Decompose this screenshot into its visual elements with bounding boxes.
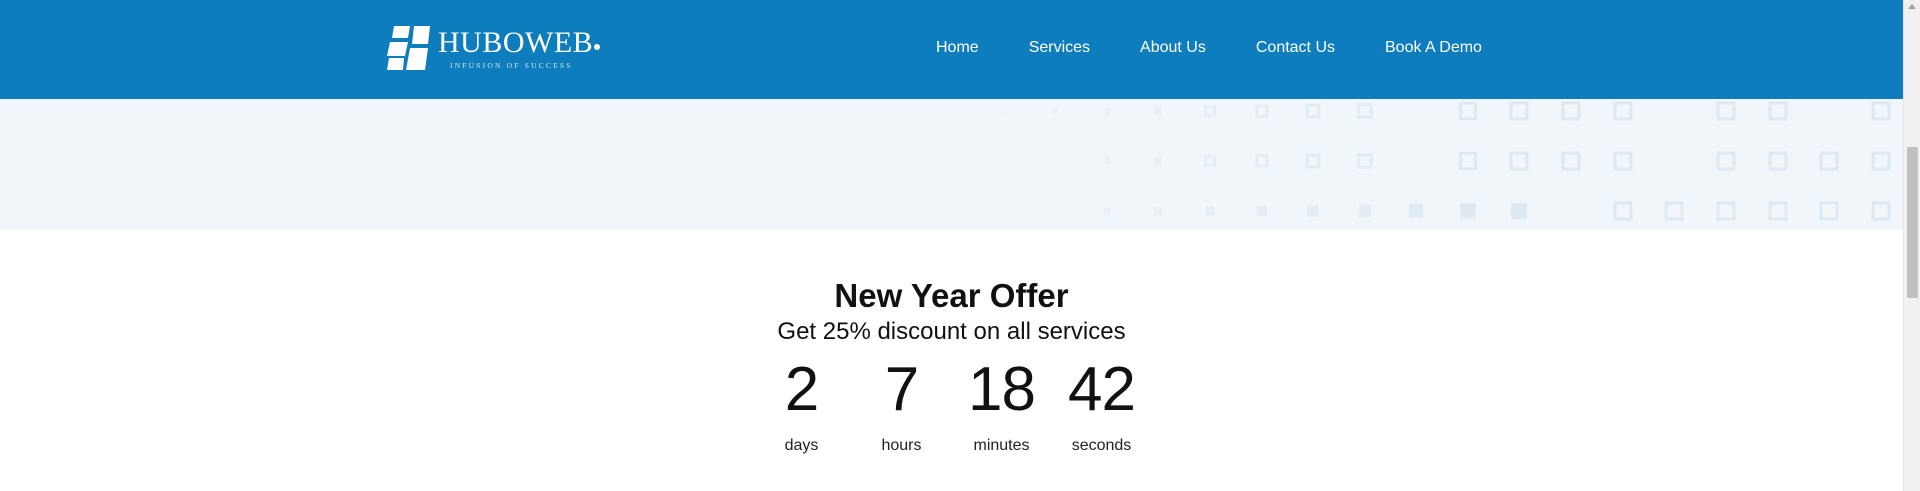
site-header: HUBOWEB INFUSION OF SUCCESS Home Service… (0, 0, 1903, 99)
offer-subtitle: Get 25% discount on all services (777, 318, 1126, 345)
pattern-square (1716, 151, 1736, 171)
square-pattern-decoration (1001, 101, 1891, 221)
pattern-square (1358, 204, 1372, 218)
pattern-square (1255, 154, 1269, 168)
offer-title: New Year Offer (834, 277, 1069, 314)
main-nav: Home Services About Us Contact Us Book A… (936, 38, 1482, 58)
pattern-square (1716, 201, 1736, 221)
pattern-square (1305, 103, 1321, 119)
pattern-square (1409, 204, 1423, 218)
pattern-square (1819, 151, 1839, 171)
pattern-square (1256, 205, 1268, 217)
nav-book-a-demo[interactable]: Book A Demo (1385, 38, 1482, 58)
pattern-square (1154, 207, 1162, 215)
pattern-square (1357, 103, 1373, 119)
pattern-square (1052, 108, 1058, 114)
pattern-square (1871, 151, 1891, 171)
pattern-square (1613, 151, 1633, 171)
pattern-square (1768, 151, 1788, 171)
pattern-square (1613, 201, 1633, 221)
pattern-square (1561, 151, 1581, 171)
logo-text: HUBOWEB INFUSION OF SUCCESS (438, 24, 601, 70)
countdown-seconds: 42 seconds (1052, 354, 1152, 456)
nav-services[interactable]: Services (1029, 38, 1090, 58)
countdown-timer: 2 days 7 hours 18 minutes 42 seconds (0, 354, 1903, 456)
countdown-label: seconds (1071, 437, 1132, 454)
new-year-offer-section: New Year Offer Get 25% discount on all s… (0, 230, 1903, 491)
pattern-square (1460, 203, 1476, 219)
pattern-square (1103, 207, 1111, 215)
pattern-square (1357, 153, 1373, 169)
pattern-square (1819, 201, 1839, 221)
scrollbar-thumb[interactable] (1907, 147, 1918, 298)
pattern-square (1871, 201, 1891, 221)
page-scrollbar[interactable] (1903, 0, 1920, 491)
pattern-square (1307, 205, 1319, 217)
logo-dot-icon (594, 44, 601, 50)
nav-about-us[interactable]: About Us (1140, 38, 1206, 58)
countdown-label: minutes (973, 437, 1030, 454)
scroll-up-arrow-icon[interactable] (1908, 4, 1916, 9)
pattern-square (1203, 154, 1217, 168)
pattern-square (1509, 101, 1529, 121)
countdown-value: 42 (1068, 355, 1136, 424)
pattern-square (1154, 107, 1162, 115)
pattern-square (1458, 151, 1478, 171)
pattern-square (1255, 104, 1269, 118)
pattern-square (1509, 151, 1529, 171)
pattern-square (1001, 108, 1007, 114)
countdown-value: 2 (784, 355, 819, 424)
pattern-square (1103, 157, 1111, 165)
pattern-square (1664, 201, 1684, 221)
brand-logo[interactable]: HUBOWEB INFUSION OF SUCCESS (386, 24, 601, 74)
countdown-days: 2 days (752, 354, 852, 456)
countdown-value: 7 (884, 355, 919, 424)
countdown-hours: 7 hours (852, 354, 952, 456)
pattern-square (1103, 107, 1111, 115)
pattern-square (1458, 101, 1478, 121)
hero-pattern-band (0, 99, 1903, 230)
page: HUBOWEB INFUSION OF SUCCESS Home Service… (0, 0, 1920, 491)
countdown-label: hours (881, 437, 922, 454)
pattern-square (1561, 101, 1581, 121)
pattern-square (1716, 101, 1736, 121)
pattern-square (1205, 206, 1215, 216)
pattern-square (1871, 101, 1891, 121)
brand-name: HUBOWEB (438, 26, 601, 60)
pattern-square (1768, 201, 1788, 221)
nav-home[interactable]: Home (936, 38, 979, 58)
pattern-square (1511, 203, 1527, 219)
countdown-label: days (784, 437, 819, 454)
pattern-square (1203, 104, 1217, 118)
pattern-square (1613, 101, 1633, 121)
pattern-square (1768, 101, 1788, 121)
pattern-square (1154, 157, 1162, 165)
pattern-square (1305, 153, 1321, 169)
countdown-minutes: 18 minutes (952, 354, 1052, 456)
nav-contact-us[interactable]: Contact Us (1256, 38, 1335, 58)
brand-tagline: INFUSION OF SUCCESS (450, 61, 573, 70)
countdown-value: 18 (968, 355, 1036, 424)
logo-mark-icon (387, 26, 430, 70)
